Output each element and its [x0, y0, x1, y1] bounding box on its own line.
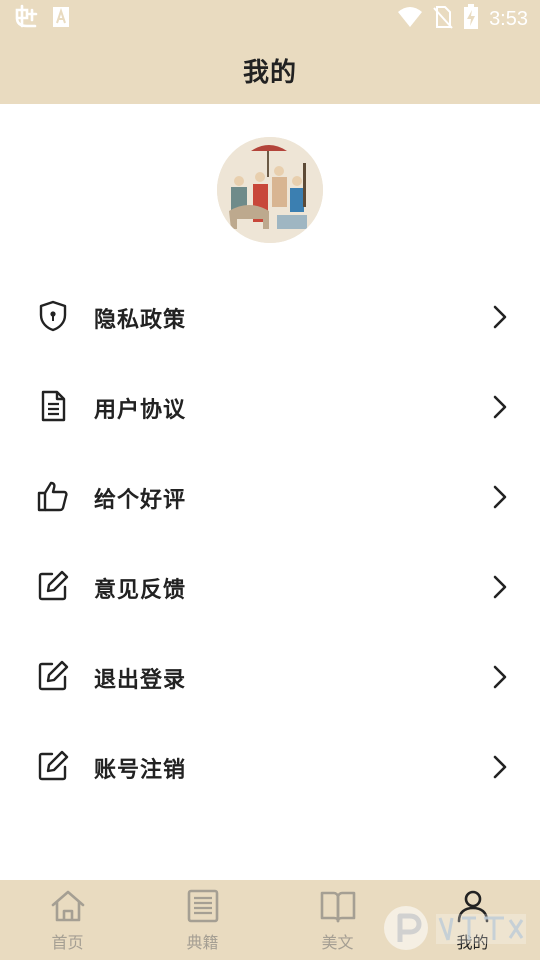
nav-item-classics[interactable]: 典籍 [135, 880, 270, 960]
avatar[interactable] [217, 137, 323, 243]
menu-label: 给个好评 [94, 488, 187, 513]
status-bar: 3:53 [0, 0, 540, 36]
menu-item-delete-account[interactable]: 账号注销 [0, 721, 540, 811]
edit-icon [36, 569, 70, 603]
list-icon [184, 887, 222, 925]
chevron-right-icon [492, 754, 508, 780]
nav-label: 美文 [321, 933, 354, 952]
chevron-right-icon [492, 484, 508, 510]
edit-icon [36, 749, 70, 783]
no-sim-icon [433, 5, 453, 33]
menu-label: 账号注销 [94, 758, 187, 783]
status-time: 3:53 [489, 8, 528, 30]
app-notification-icon [14, 4, 40, 34]
avatar-painting-image [217, 137, 323, 243]
menu-label: 意见反馈 [94, 578, 187, 603]
font-a-icon [50, 5, 72, 33]
status-left [14, 4, 72, 34]
battery-charging-icon [463, 4, 479, 34]
book-icon [319, 887, 357, 925]
nav-item-home[interactable]: 首页 [0, 880, 135, 960]
nav-label: 典籍 [186, 933, 219, 952]
chevron-right-icon [492, 304, 508, 330]
wifi-icon [397, 6, 423, 32]
document-icon [36, 389, 70, 423]
menu-label: 隐私政策 [94, 308, 187, 333]
menu-label: 退出登录 [94, 668, 187, 693]
shield-icon [36, 299, 70, 333]
title-bar: 我的 [0, 36, 540, 104]
page-title: 我的 [242, 57, 297, 88]
home-icon [49, 887, 87, 925]
menu-item-rate-app[interactable]: 给个好评 [0, 451, 540, 541]
edit-icon [36, 659, 70, 693]
menu-label: 用户协议 [94, 398, 187, 423]
menu-item-user-agreement[interactable]: 用户协议 [0, 361, 540, 451]
menu-item-privacy-policy[interactable]: 隐私政策 [0, 271, 540, 361]
settings-menu: 隐私政策 用户协议 给个好评 意见反馈 退出登录 账号注销 [0, 271, 540, 811]
menu-item-logout[interactable]: 退出登录 [0, 631, 540, 721]
watermark-logo [378, 896, 538, 958]
status-right: 3:53 [397, 4, 528, 34]
chevron-right-icon [492, 664, 508, 690]
chevron-right-icon [492, 574, 508, 600]
screen: 3:53 我的 隐私政策 用户协议 给个好评 意见反馈 退出登录 账号注销 首页… [0, 0, 540, 960]
nav-label: 首页 [51, 933, 84, 952]
thumbs-up-icon [36, 479, 70, 513]
chevron-right-icon [492, 394, 508, 420]
menu-item-feedback[interactable]: 意见反馈 [0, 541, 540, 631]
